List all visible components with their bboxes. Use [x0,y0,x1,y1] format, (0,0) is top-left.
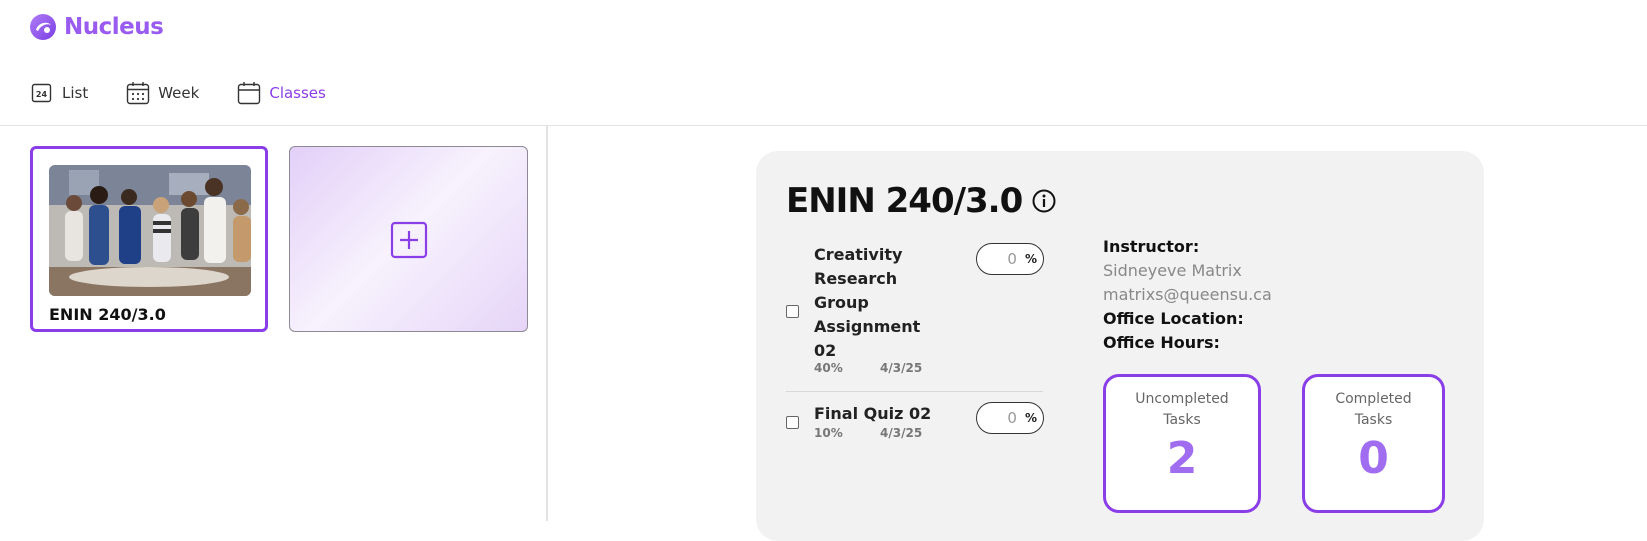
class-list-pane: ENIN 240/3.0 [0,126,548,521]
add-course-button[interactable] [289,146,528,332]
nav-list-label: List [62,84,89,102]
instructor-info: Instructor: Sidneyeve Matrix matrixs@que… [1103,235,1272,355]
task-date: 4/3/25 [880,426,923,440]
office-hours-label: Office Hours: [1103,333,1220,352]
calendar-icon [238,82,261,105]
instructor-email[interactable]: matrixs@queensu.ca [1103,283,1272,307]
course-card-name: ENIN 240/3.0 [49,305,166,324]
top-bar: Nucleus 24 List Week Classes [0,0,1647,126]
task-name: Creativity Research Group Assignment 02 [814,245,921,360]
course-title-text: ENIN 240/3.0 [786,181,1023,221]
completed-tasks-count: 0 [1358,433,1389,484]
view-nav: 24 List Week Classes [30,80,364,106]
course-title: ENIN 240/3.0 [786,181,1056,221]
info-icon[interactable] [1032,189,1056,213]
uncompleted-tasks-stat: Uncompleted Tasks 2 [1103,374,1261,513]
task-grade-field[interactable]: % [976,402,1044,434]
task-grade-input[interactable] [996,409,1017,427]
svg-text:24: 24 [36,90,48,99]
uncompleted-tasks-label: Uncompleted Tasks [1135,391,1229,428]
task-name: Final Quiz 02 [814,404,932,423]
uncompleted-tasks-count: 2 [1166,433,1198,484]
instructor-name: Sidneyeve Matrix [1103,261,1242,280]
classroom-photo-icon [49,165,251,296]
task-weight: 10% [814,426,843,440]
course-card[interactable]: ENIN 240/3.0 [30,146,268,332]
task-item: Final Quiz 02 10% 4/3/25 % [786,402,1044,442]
nav-week[interactable]: Week [126,80,199,106]
completed-tasks-label: Completed Tasks [1335,391,1412,428]
task-grade-input[interactable] [996,250,1017,268]
plus-square-icon [390,221,428,259]
task-grade-unit: % [1024,252,1037,266]
nav-week-label: Week [158,84,200,102]
task-checkbox[interactable] [786,305,799,318]
calendar-24-icon: 24 [31,83,52,103]
completed-tasks-stat: Completed Tasks 0 [1302,374,1445,513]
nav-classes[interactable]: Classes [237,80,326,106]
course-image [49,165,251,296]
task-date: 4/3/25 [880,361,923,375]
app-logo[interactable]: Nucleus [28,12,164,42]
task-checkbox[interactable] [786,416,799,429]
nucleus-logo-icon [30,14,56,40]
task-divider [786,391,1043,392]
task-grade-field[interactable]: % [976,243,1044,275]
office-location-label: Office Location: [1103,309,1244,328]
task-item: Creativity Research Group Assignment 02 … [786,243,1044,375]
instructor-label: Instructor: [1103,237,1200,256]
task-weight: 40% [814,361,843,375]
nav-classes-label: Classes [269,84,326,102]
app-name: Nucleus [64,14,164,40]
calendar-grid-icon [127,82,150,105]
task-grade-unit: % [1024,411,1037,425]
course-detail-card: ENIN 240/3.0 Creativity Research Group A… [756,151,1484,541]
nav-list[interactable]: 24 List [30,80,88,106]
